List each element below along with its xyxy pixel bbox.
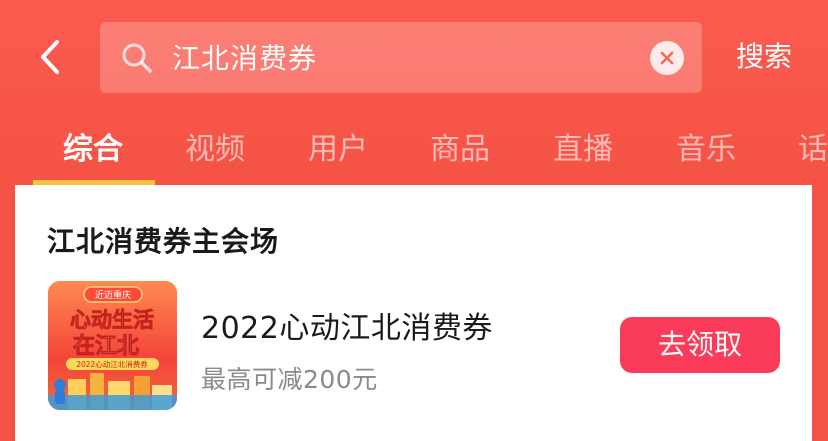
search-button[interactable]: 搜索 [724, 34, 804, 80]
result-card: 江北消费券主会场 近迈重庆 心动生活 在江北 2022心动江北消费券 2022心… [15, 185, 812, 441]
tab-comprehensive[interactable]: 综合 [63, 124, 123, 176]
coupon-title[interactable]: 2022心动江北消费券 [201, 303, 493, 347]
search-icon [122, 43, 152, 73]
tab-live[interactable]: 直播 [553, 124, 613, 176]
tab-topics[interactable]: 话 [798, 124, 828, 176]
section-title: 江北消费券主会场 [47, 225, 280, 258]
search-input[interactable] [172, 34, 622, 80]
coupon-thumbnail[interactable]: 近迈重庆 心动生活 在江北 2022心动江北消费券 [48, 281, 177, 410]
thumbnail-headline-1: 心动生活 [70, 308, 154, 332]
clear-icon [660, 51, 674, 65]
thumbnail-artwork: 近迈重庆 心动生活 在江北 2022心动江北消费券 [48, 281, 177, 410]
tab-video[interactable]: 视频 [185, 124, 245, 176]
clear-search-button[interactable] [650, 41, 684, 75]
coupon-subtitle: 最高可减200元 [201, 365, 378, 394]
claim-button[interactable]: 去领取 [620, 317, 780, 373]
thumbnail-headline-2: 在江北 [73, 333, 139, 359]
tab-users[interactable]: 用户 [308, 124, 368, 176]
header: 搜索 综合 视频 用户 商品 直播 音乐 话 [0, 0, 828, 185]
search-bar[interactable] [100, 22, 702, 93]
tab-products[interactable]: 商品 [430, 124, 490, 176]
chevron-left-icon [41, 40, 59, 74]
back-button[interactable] [30, 32, 70, 82]
thumbnail-footer: 2022心动江北消费券 [76, 359, 148, 369]
tab-bar: 综合 视频 用户 商品 直播 音乐 话 [0, 118, 828, 185]
thumbnail-badge: 近迈重庆 [95, 289, 131, 301]
tab-music[interactable]: 音乐 [676, 124, 736, 176]
